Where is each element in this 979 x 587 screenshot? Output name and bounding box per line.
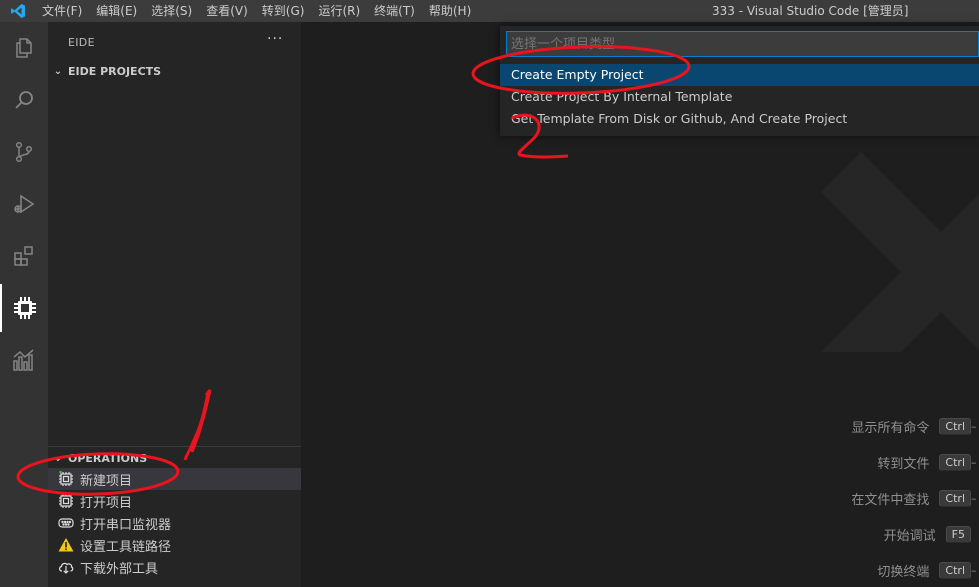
shortcut-goto-file: 转到文件 Ctrl – bbox=[579, 452, 979, 472]
operations-header[interactable]: ⌄ OPERATIONS bbox=[48, 447, 301, 469]
op-label: 打开串口监视器 bbox=[80, 517, 172, 533]
eide-projects-label: EIDE PROJECTS bbox=[68, 64, 162, 78]
menu-file[interactable]: 文件(F) bbox=[35, 0, 89, 22]
search-icon[interactable] bbox=[0, 76, 48, 124]
menu-help[interactable]: 帮助(H) bbox=[422, 0, 478, 22]
op-label: 打开项目 bbox=[80, 495, 133, 511]
quick-pick-item-template-from-disk[interactable]: Get Template From Disk or Github, And Cr… bbox=[500, 108, 979, 130]
shortcut-start-debug: 开始调试 F5 bbox=[579, 524, 979, 544]
download-tools-icon bbox=[58, 559, 74, 575]
operations-label: OPERATIONS bbox=[68, 451, 148, 465]
run-debug-icon[interactable] bbox=[0, 180, 48, 228]
vscode-logo-icon bbox=[0, 0, 35, 22]
shortcut-label: 显示所有命令 bbox=[851, 420, 930, 436]
menu-bar: 文件(F) 编辑(E) 选择(S) 查看(V) 转到(G) 运行(R) 终端(T… bbox=[35, 0, 478, 22]
menu-selection[interactable]: 选择(S) bbox=[144, 0, 199, 22]
shortcut-key-separator: – bbox=[971, 491, 977, 505]
op-serial-monitor[interactable]: 打开串口监视器 bbox=[48, 512, 301, 534]
op-label: 下载外部工具 bbox=[80, 561, 159, 577]
shortcut-find-in-files: 在文件中查找 Ctrl – bbox=[579, 488, 979, 508]
more-actions-icon[interactable]: ··· bbox=[267, 31, 283, 47]
op-download-tools[interactable]: 下载外部工具 bbox=[48, 556, 301, 578]
op-label: 设置工具链路径 bbox=[80, 539, 172, 555]
explorer-icon[interactable] bbox=[0, 24, 48, 72]
shortcut-label: 切换终端 bbox=[877, 564, 930, 580]
shortcut-key-separator: – bbox=[971, 419, 977, 433]
chevron-down-icon: ⌄ bbox=[53, 65, 63, 77]
new-project-icon bbox=[58, 471, 74, 487]
op-open-project[interactable]: 打开项目 bbox=[48, 490, 301, 512]
shortcut-toggle-terminal: 切换终端 Ctrl – bbox=[579, 560, 979, 580]
shortcut-key: Ctrl bbox=[939, 489, 971, 507]
chart-icon[interactable] bbox=[0, 336, 48, 384]
op-set-toolchain[interactable]: 设置工具链路径 bbox=[48, 534, 301, 556]
shortcut-key: Ctrl bbox=[939, 453, 971, 471]
shortcut-label: 开始调试 bbox=[883, 528, 936, 544]
serial-monitor-icon bbox=[58, 515, 74, 531]
menu-terminal[interactable]: 终端(T) bbox=[367, 0, 422, 22]
quick-pick: Create Empty Project Create Project By I… bbox=[500, 26, 979, 136]
chevron-down-icon: ⌄ bbox=[53, 452, 63, 464]
shortcut-label: 转到文件 bbox=[877, 456, 930, 472]
quick-pick-item-internal-template[interactable]: Create Project By Internal Template bbox=[500, 86, 979, 108]
sidebar-title: EIDE bbox=[68, 36, 95, 49]
title-bar: 文件(F) 编辑(E) 选择(S) 查看(V) 转到(G) 运行(R) 终端(T… bbox=[0, 0, 979, 22]
shortcut-key-separator: – bbox=[971, 455, 977, 469]
open-project-icon bbox=[58, 493, 74, 509]
menu-view[interactable]: 查看(V) bbox=[199, 0, 255, 22]
shortcut-key: Ctrl bbox=[939, 561, 971, 579]
eide-chip-icon[interactable] bbox=[0, 284, 48, 332]
shortcut-key: Ctrl bbox=[939, 417, 971, 435]
source-control-icon[interactable] bbox=[0, 128, 48, 176]
eide-projects-header[interactable]: ⌄ EIDE PROJECTS bbox=[48, 60, 301, 82]
op-new-project[interactable]: 新建项目 bbox=[48, 468, 301, 490]
menu-edit[interactable]: 编辑(E) bbox=[89, 0, 144, 22]
menu-run[interactable]: 运行(R) bbox=[311, 0, 367, 22]
warning-icon bbox=[58, 537, 74, 553]
menu-go[interactable]: 转到(G) bbox=[255, 0, 312, 22]
quick-pick-input[interactable] bbox=[506, 31, 979, 57]
shortcut-label: 在文件中查找 bbox=[851, 492, 930, 508]
shortcut-show-commands: 显示所有命令 Ctrl – bbox=[579, 416, 979, 436]
quick-pick-item-create-empty[interactable]: Create Empty Project bbox=[500, 64, 979, 86]
shortcut-key-separator: – bbox=[971, 563, 977, 577]
vscode-watermark-icon bbox=[821, 152, 979, 352]
shortcut-key: F5 bbox=[945, 525, 971, 543]
op-label: 新建项目 bbox=[80, 473, 133, 489]
activity-bar bbox=[0, 22, 48, 587]
sidebar: EIDE ··· ⌄ EIDE PROJECTS ⌄ OPERATIONS 新建… bbox=[48, 22, 301, 587]
extensions-icon[interactable] bbox=[0, 232, 48, 280]
